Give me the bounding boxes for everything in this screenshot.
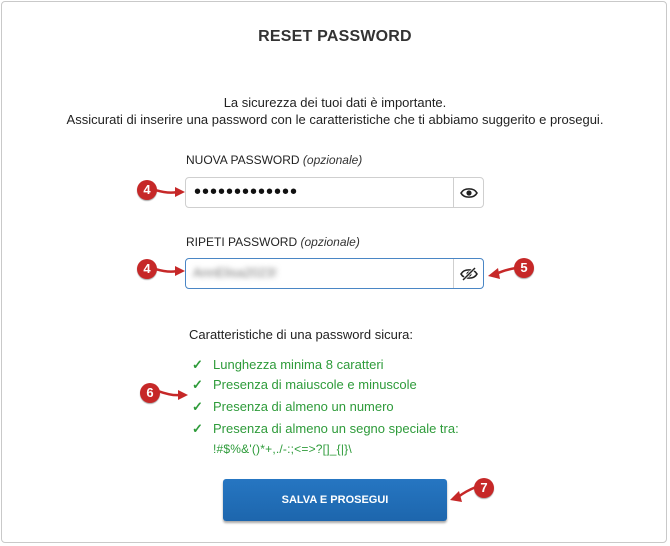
annotation-marker: 4 <box>137 180 157 200</box>
arrow-right-icon <box>155 266 185 276</box>
new-password-value: ••••••••••••• <box>194 181 299 203</box>
arrow-right-icon <box>158 389 188 400</box>
new-password-show-toggle[interactable] <box>453 178 483 207</box>
check-icon: ✓ <box>192 399 203 414</box>
annotation-marker: 6 <box>140 383 160 403</box>
special-characters: !#$%&'()*+,./-:;<=>?[]_{|}\ <box>213 442 352 456</box>
arrow-left-icon <box>488 266 517 279</box>
save-and-continue-button[interactable]: SALVA E PROSEGUI <box>223 479 447 521</box>
intro-line-1: La sicurezza dei tuoi dati è importante. <box>223 95 447 110</box>
eye-icon <box>459 187 478 198</box>
annotation-marker: 4 <box>137 259 157 279</box>
criteria-item: ✓ Presenza di maiuscole e minuscole <box>192 377 417 392</box>
repeat-password-value: AnnElisa2023! <box>193 265 277 280</box>
arrow-right-icon <box>155 187 185 197</box>
intro-text: La sicurezza dei tuoi dati è importante.… <box>0 94 670 128</box>
repeat-password-hide-toggle[interactable] <box>453 259 483 288</box>
check-icon: ✓ <box>192 377 203 392</box>
criteria-title: Caratteristiche di una password sicura: <box>189 327 413 342</box>
repeat-password-label-text: RIPETI PASSWORD <box>186 235 298 249</box>
eye-slash-icon <box>459 266 478 281</box>
intro-line-2: Assicurati di inserire una password con … <box>66 112 604 127</box>
repeat-password-label-note: (opzionale) <box>300 235 360 249</box>
criteria-item: ✓ Presenza di almeno un segno speciale tr… <box>192 421 459 436</box>
repeat-password-label: RIPETI PASSWORD (opzionale) <box>186 235 360 249</box>
new-password-label: NUOVA PASSWORD (opzionale) <box>186 153 362 167</box>
criteria-item: ✓ Lunghezza minima 8 caratteri <box>192 357 384 372</box>
new-password-label-text: NUOVA PASSWORD <box>186 153 300 167</box>
repeat-password-field[interactable]: AnnElisa2023! <box>185 258 484 289</box>
arrow-left-icon <box>450 485 477 502</box>
check-icon: ✓ <box>192 357 203 372</box>
page-title: RESET PASSWORD <box>258 28 412 45</box>
criteria-item: ✓ Presenza di almeno un numero <box>192 399 394 414</box>
new-password-field[interactable]: ••••••••••••• <box>185 177 484 208</box>
check-icon: ✓ <box>192 421 203 436</box>
new-password-label-note: (opzionale) <box>302 153 363 167</box>
